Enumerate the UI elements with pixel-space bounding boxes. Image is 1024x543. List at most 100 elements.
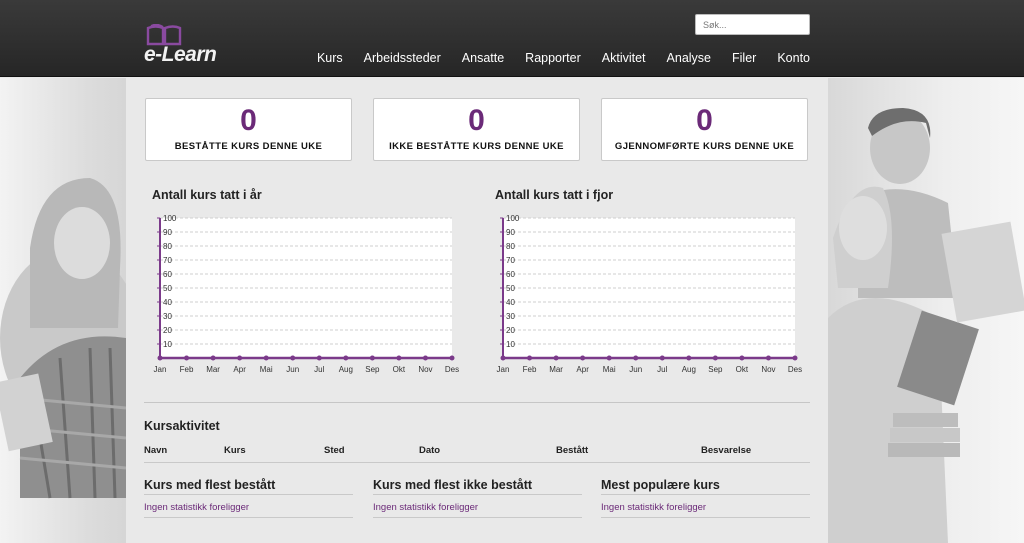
- background-photo-left: [0, 78, 126, 543]
- data-point: [184, 355, 190, 361]
- data-point: [316, 355, 322, 361]
- y-tick-label: 50: [506, 284, 515, 293]
- data-point: [237, 355, 243, 361]
- dashboard-main: 0 BESTÅTTE KURS DENNE UKE 0 IKKE BESTÅTT…: [126, 78, 828, 543]
- nav-item-aktivitet[interactable]: Aktivitet: [602, 51, 646, 65]
- box-divider: [373, 494, 582, 495]
- logo[interactable]: e-Learn: [144, 24, 234, 68]
- column-header-navn[interactable]: Navn: [144, 445, 167, 456]
- column-header-besvarelse[interactable]: Besvarelse: [701, 445, 751, 456]
- data-point: [765, 355, 771, 361]
- nav-item-rapporter[interactable]: Rapporter: [525, 51, 581, 65]
- main-nav: Kurs Arbeidssteder Ansatte Rapporter Akt…: [296, 51, 810, 65]
- column-header-dato[interactable]: Dato: [419, 445, 440, 456]
- data-point: [659, 355, 665, 361]
- nav-item-kurs[interactable]: Kurs: [317, 51, 343, 65]
- section-divider: [144, 402, 810, 403]
- most-passed-title: Kurs med flest bestått: [144, 478, 276, 492]
- background-photo-right: [828, 78, 1024, 543]
- search-input[interactable]: [695, 14, 810, 35]
- nav-item-arbeidssteder[interactable]: Arbeidssteder: [364, 51, 441, 65]
- data-point: [606, 355, 612, 361]
- x-tick-label: Apr: [576, 365, 589, 374]
- most-failed-title: Kurs med flest ikke bestått: [373, 478, 533, 492]
- data-point: [290, 355, 296, 361]
- stat-label: GJENNOMFØRTE KURS DENNE UKE: [614, 141, 795, 152]
- column-header-kurs[interactable]: Kurs: [224, 445, 246, 456]
- x-tick-label: Apr: [233, 365, 246, 374]
- stat-value: 0: [240, 104, 257, 137]
- table-divider: [144, 462, 810, 463]
- data-point: [396, 355, 402, 361]
- data-point: [449, 355, 455, 361]
- y-tick-label: 40: [163, 298, 172, 307]
- y-tick-label: 70: [506, 256, 515, 265]
- x-tick-label: Des: [788, 365, 802, 374]
- x-tick-label: Sep: [365, 365, 380, 374]
- logo-text: e-Learn: [144, 43, 217, 66]
- stat-card-failed: 0 IKKE BESTÅTTE KURS DENNE UKE: [373, 98, 580, 161]
- nav-item-analyse[interactable]: Analyse: [667, 51, 711, 65]
- chart-title-last-year: Antall kurs tatt i fjor: [495, 188, 614, 202]
- y-tick-label: 10: [506, 340, 515, 349]
- x-tick-label: Mai: [603, 365, 616, 374]
- y-tick-label: 10: [163, 340, 172, 349]
- top-navbar: e-Learn Kurs Arbeidssteder Ansatte Rappo…: [0, 0, 1024, 77]
- y-tick-label: 30: [506, 312, 515, 321]
- y-tick-label: 90: [163, 228, 172, 237]
- chart-this-year: 10 20 30 40 50 60 70 80 90 100 Jan Feb Mar Apr Mai Jun J…: [154, 214, 460, 374]
- nav-item-filer[interactable]: Filer: [732, 51, 756, 65]
- y-tick-label: 30: [163, 312, 172, 321]
- column-header-bestatt[interactable]: Bestått: [556, 445, 588, 456]
- data-point: [157, 355, 163, 361]
- x-tick-label: Sep: [708, 365, 723, 374]
- box-divider: [144, 494, 353, 495]
- x-tick-label: Jul: [314, 365, 324, 374]
- student-photo-left: [0, 178, 126, 499]
- x-tick-label: Jun: [286, 365, 299, 374]
- x-tick-label: Des: [445, 365, 459, 374]
- data-point: [422, 355, 428, 361]
- x-tick-label: Aug: [339, 365, 353, 374]
- box-divider: [144, 517, 353, 518]
- data-point: [686, 355, 692, 361]
- x-tick-label: Okt: [393, 365, 406, 374]
- data-point: [343, 355, 349, 361]
- most-popular-empty: Ingen statistikk foreligger: [601, 502, 707, 513]
- x-tick-label: Nov: [418, 365, 432, 374]
- x-tick-label: Jun: [629, 365, 642, 374]
- data-point: [633, 355, 639, 361]
- x-tick-label: Mar: [549, 365, 563, 374]
- stat-card-completed: 0 GJENNOMFØRTE KURS DENNE UKE: [601, 98, 808, 161]
- box-divider: [601, 494, 810, 495]
- x-tick-label: Jan: [497, 365, 510, 374]
- chart-title-this-year: Antall kurs tatt i år: [152, 188, 262, 202]
- stat-label: IKKE BESTÅTTE KURS DENNE UKE: [389, 141, 564, 152]
- students-photo-right: [828, 108, 1024, 543]
- x-tick-label: Mai: [260, 365, 273, 374]
- most-passed-empty: Ingen statistikk foreligger: [144, 502, 250, 513]
- most-failed-empty: Ingen statistikk foreligger: [373, 502, 479, 513]
- nav-item-ansatte[interactable]: Ansatte: [462, 51, 504, 65]
- activity-title: Kursaktivitet: [144, 419, 220, 433]
- data-point: [500, 355, 506, 361]
- y-tick-label: 60: [506, 270, 515, 279]
- box-divider: [601, 517, 810, 518]
- stat-value: 0: [696, 104, 713, 137]
- x-tick-label: Okt: [736, 365, 749, 374]
- column-header-sted[interactable]: Sted: [324, 445, 345, 456]
- x-tick-label: Feb: [523, 365, 537, 374]
- data-point: [580, 355, 586, 361]
- data-point: [553, 355, 559, 361]
- stat-value: 0: [468, 104, 485, 137]
- x-tick-label: Aug: [682, 365, 696, 374]
- x-tick-label: Jul: [657, 365, 667, 374]
- y-tick-label: 100: [163, 214, 177, 223]
- x-tick-label: Mar: [206, 365, 220, 374]
- most-popular-title: Mest populære kurs: [601, 478, 720, 492]
- nav-item-konto[interactable]: Konto: [777, 51, 810, 65]
- y-tick-label: 70: [163, 256, 172, 265]
- data-point: [210, 355, 216, 361]
- x-tick-label: Feb: [180, 365, 194, 374]
- y-tick-label: 80: [506, 242, 515, 251]
